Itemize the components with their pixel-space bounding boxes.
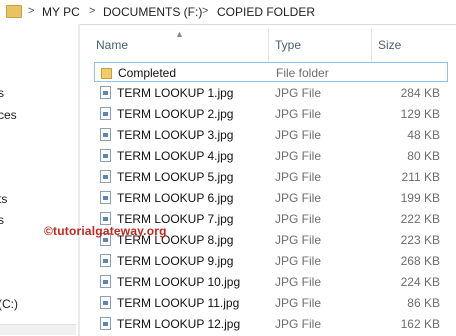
file-list: ▲ Name Type Size Completed File folder TER… — [86, 24, 456, 336]
file-size: 162 KB — [400, 317, 440, 331]
chevron-right-icon[interactable]: > — [202, 5, 208, 17]
file-name: TERM LOOKUP 11.jpg — [117, 296, 240, 310]
file-type: File folder — [276, 66, 329, 80]
file-type: JPG File — [275, 275, 322, 289]
file-type: JPG File — [275, 191, 322, 205]
column-divider[interactable] — [268, 28, 269, 62]
file-size: 48 KB — [407, 128, 440, 142]
pane-splitter[interactable] — [78, 24, 80, 336]
column-divider[interactable] — [371, 28, 372, 62]
jpg-file-icon — [100, 317, 111, 330]
horizontal-scrollbar[interactable] — [0, 324, 76, 335]
jpg-file-icon — [100, 275, 111, 288]
address-bar[interactable]: > MY PC > DOCUMENTS (F:) > COPIED FOLDER — [0, 0, 456, 25]
jpg-file-icon — [100, 296, 111, 309]
nav-item[interactable]: s — [0, 86, 4, 100]
nav-item[interactable]: s — [0, 213, 4, 227]
jpg-file-icon — [100, 128, 111, 141]
nav-item[interactable]: ces — [0, 108, 17, 122]
breadcrumb-item-documents[interactable]: DOCUMENTS (F:) — [103, 5, 202, 19]
column-header-name[interactable]: Name — [96, 38, 128, 52]
file-row[interactable]: TERM LOOKUP 2.jpg JPG File 129 KB — [94, 104, 448, 124]
file-type: JPG File — [275, 149, 322, 163]
file-size: 223 KB — [400, 233, 440, 247]
jpg-file-icon — [100, 191, 111, 204]
file-row[interactable]: TERM LOOKUP 5.jpg JPG File 211 KB — [94, 167, 448, 187]
breadcrumb-item-my-pc[interactable]: MY PC — [42, 5, 80, 19]
file-name: TERM LOOKUP 12.jpg — [117, 317, 241, 331]
folder-icon — [6, 5, 22, 18]
file-name: TERM LOOKUP 1.jpg — [117, 86, 234, 100]
file-name: TERM LOOKUP 6.jpg — [117, 191, 234, 205]
breadcrumb-item-copied-folder[interactable]: COPIED FOLDER — [217, 5, 315, 19]
nav-item-drive-c[interactable]: (C:) — [0, 297, 18, 311]
jpg-file-icon — [100, 107, 111, 120]
file-type: JPG File — [275, 233, 322, 247]
file-size: 224 KB — [400, 275, 440, 289]
file-type: JPG File — [275, 254, 322, 268]
navigation-pane: s ces ts s (C:) — [0, 24, 78, 336]
file-type: JPG File — [275, 128, 322, 142]
file-name: TERM LOOKUP 9.jpg — [117, 254, 234, 268]
column-header-type[interactable]: Type — [275, 38, 301, 52]
file-type: JPG File — [275, 107, 322, 121]
file-row[interactable]: TERM LOOKUP 10.jpg JPG File 224 KB — [94, 272, 448, 292]
jpg-file-icon — [100, 149, 111, 162]
jpg-file-icon — [100, 170, 111, 183]
file-type: JPG File — [275, 170, 322, 184]
file-type: JPG File — [275, 296, 322, 310]
file-type: JPG File — [275, 86, 322, 100]
file-size: 222 KB — [400, 212, 440, 226]
file-size: 129 KB — [400, 107, 440, 121]
file-row[interactable]: TERM LOOKUP 9.jpg JPG File 268 KB — [94, 251, 448, 271]
file-name: TERM LOOKUP 4.jpg — [117, 149, 234, 163]
jpg-file-icon — [100, 86, 111, 99]
file-row[interactable]: TERM LOOKUP 6.jpg JPG File 199 KB — [94, 188, 448, 208]
file-size: 86 KB — [407, 296, 440, 310]
file-name: TERM LOOKUP 2.jpg — [117, 107, 234, 121]
file-name: TERM LOOKUP 3.jpg — [117, 128, 234, 142]
nav-item[interactable]: ts — [0, 192, 7, 206]
file-row[interactable]: TERM LOOKUP 11.jpg JPG File 86 KB — [94, 293, 448, 313]
file-name: Completed — [118, 66, 177, 80]
column-header-size[interactable]: Size — [378, 38, 401, 52]
file-name: TERM LOOKUP 10.jpg — [117, 275, 241, 289]
watermark: ©tutorialgateway.org — [44, 224, 167, 238]
file-row[interactable]: TERM LOOKUP 4.jpg JPG File 80 KB — [94, 146, 448, 166]
file-type: JPG File — [275, 317, 322, 331]
jpg-file-icon — [100, 254, 111, 267]
folder-icon — [101, 68, 112, 79]
sort-ascending-icon: ▲ — [175, 29, 184, 39]
file-name: TERM LOOKUP 5.jpg — [117, 170, 234, 184]
file-size: 80 KB — [407, 149, 440, 163]
file-type: JPG File — [275, 212, 322, 226]
file-size: 284 KB — [400, 86, 440, 100]
chevron-right-icon[interactable]: > — [89, 5, 95, 17]
folder-row[interactable]: Completed File folder — [94, 62, 448, 82]
file-row[interactable]: TERM LOOKUP 1.jpg JPG File 284 KB — [94, 83, 448, 103]
file-row[interactable]: TERM LOOKUP 3.jpg JPG File 48 KB — [94, 125, 448, 145]
file-size: 211 KB — [401, 170, 440, 184]
file-size: 268 KB — [400, 254, 440, 268]
chevron-right-icon[interactable]: > — [28, 5, 34, 17]
column-header-row: ▲ Name Type Size — [86, 24, 456, 64]
file-size: 199 KB — [400, 191, 440, 205]
file-row[interactable]: TERM LOOKUP 12.jpg JPG File 162 KB — [94, 314, 448, 334]
